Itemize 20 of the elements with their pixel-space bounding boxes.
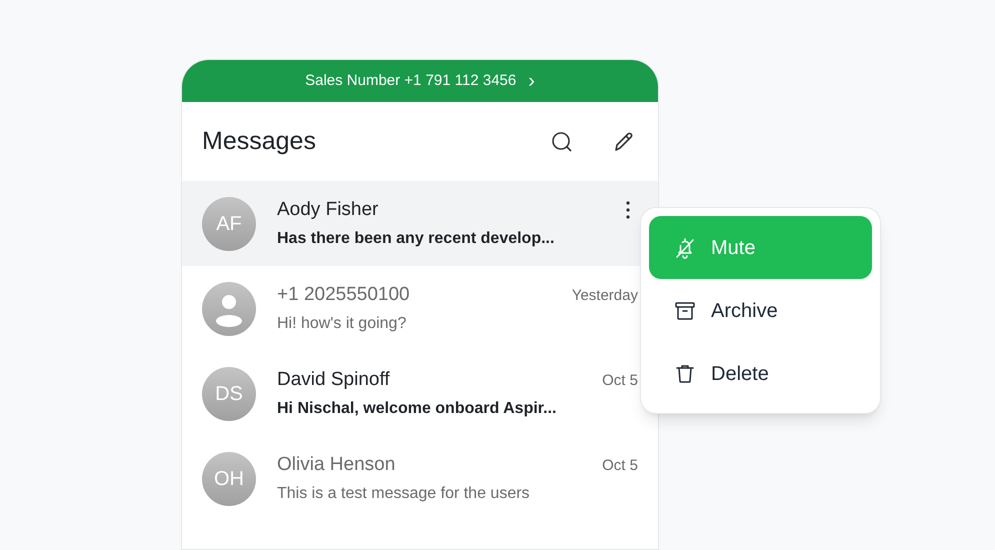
conversation-row[interactable]: AF Aody Fisher Has there been any recent develop... (182, 181, 658, 266)
contact-name: Olivia Henson (277, 452, 396, 477)
message-preview: Hi! how's it going? (277, 314, 408, 334)
message-preview: This is a test message for the users (277, 484, 531, 504)
contact-name: David Spinoff (277, 368, 391, 392)
message-preview: Has there been any recent develop... (277, 229, 556, 250)
contact-name: Aody Fisher (277, 198, 380, 222)
avatar-placeholder-icon (202, 282, 256, 336)
avatar: AF (202, 196, 256, 250)
avatar: DS (202, 366, 256, 420)
search-icon[interactable] (550, 130, 574, 154)
message-time: Oct 5 (602, 456, 638, 476)
message-preview: Hi Nischal, welcome onboard Aspir... (277, 399, 558, 420)
message-time: Oct 5 (602, 370, 638, 391)
more-options-icon[interactable] (626, 201, 630, 219)
avatar: OH (202, 452, 256, 506)
message-time: Yesterday (572, 286, 638, 306)
sales-number-banner[interactable]: Sales Number +1 791 112 3456 › (182, 60, 658, 102)
page-title: Messages (202, 126, 317, 157)
contact-name: +1 2025550100 (277, 282, 411, 307)
